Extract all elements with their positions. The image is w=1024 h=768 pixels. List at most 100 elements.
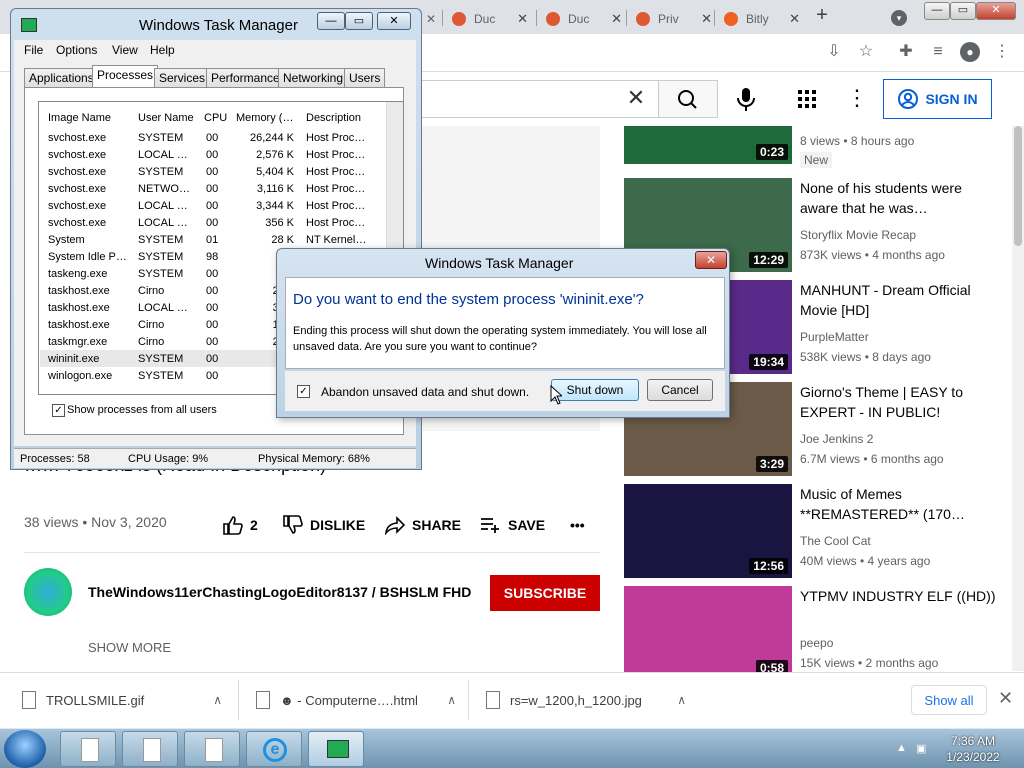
browser-tab[interactable]: Duc ✕ (540, 4, 628, 34)
show-hidden-icons[interactable]: ▲ (896, 742, 907, 754)
video-channel[interactable]: The Cool Cat (800, 534, 871, 548)
chevron-up-icon[interactable]: ∧ (677, 693, 686, 707)
show-all-processes-checkbox[interactable]: ✓ (52, 404, 65, 417)
tab-search-icon[interactable]: ▾ (891, 10, 907, 26)
video-channel[interactable]: Joe Jenkins 2 (800, 432, 873, 446)
browser-menu-icon[interactable]: ⋮ (992, 42, 1012, 62)
menu-help[interactable]: Help (150, 43, 175, 57)
cancel-button[interactable]: Cancel (647, 379, 713, 401)
video-thumbnail[interactable]: 0:58 (624, 586, 792, 680)
video-channel[interactable]: peepo (800, 636, 833, 650)
video-channel[interactable]: PurpleMatter (800, 330, 869, 344)
channel-name[interactable]: TheWindows11erChastingLogoEditor8137 / B… (88, 584, 471, 600)
tab-performance[interactable]: Performance (206, 68, 285, 87)
more-actions-button[interactable]: ••• (570, 514, 585, 536)
process-cpu: 00 (206, 370, 219, 382)
process-row[interactable]: svchost.exe NETWO… 00 3,116 K Host Proc… (40, 180, 370, 197)
process-user-name: Cirno (138, 336, 165, 348)
channel-avatar[interactable] (24, 568, 72, 616)
media-icon[interactable]: ≡ (928, 42, 948, 62)
close-tab-icon[interactable]: ✕ (789, 11, 800, 27)
tab-applications[interactable]: Applications (24, 68, 99, 87)
download-item[interactable]: ☻ - Computerne….html ∧ (256, 688, 456, 712)
taskbar-app-internet-explorer[interactable]: e (246, 731, 302, 767)
extensions-icon[interactable]: ✚ (896, 42, 916, 62)
close-tab-icon[interactable]: ✕ (611, 11, 622, 27)
start-button[interactable] (4, 730, 46, 768)
col-description[interactable]: Description (306, 112, 361, 124)
download-item[interactable]: TROLLSMILE.gif ∧ (22, 688, 222, 712)
process-row[interactable]: svchost.exe LOCAL … 00 3,344 K Host Proc… (40, 197, 370, 214)
install-icon[interactable]: ⇩ (824, 42, 844, 62)
browser-tab[interactable]: Bitly ✕ (718, 4, 806, 34)
menu-options[interactable]: Options (56, 43, 97, 57)
taskbar-app-document-1[interactable] (60, 731, 116, 767)
download-item[interactable]: rs=w_1200,h_1200.jpg ∧ (486, 688, 686, 712)
network-icon[interactable]: ▣ (916, 742, 926, 755)
document-icon (205, 738, 223, 762)
process-row[interactable]: svchost.exe SYSTEM 00 26,244 K Host Proc… (40, 129, 370, 146)
clock[interactable]: 7:36 AM 1/23/2022 (938, 733, 1008, 765)
video-title[interactable]: Music of Memes **REMASTERED** (170… (800, 484, 1000, 524)
bookmark-star-icon[interactable]: ☆ (856, 42, 876, 62)
col-image-name[interactable]: Image Name (48, 112, 111, 124)
tab-separator (442, 10, 443, 26)
chevron-up-icon[interactable]: ∧ (447, 693, 456, 707)
shut-down-button[interactable]: Shut down (551, 379, 639, 401)
tab-networking[interactable]: Networking (278, 68, 349, 87)
menu-file[interactable]: File (24, 43, 43, 57)
video-thumbnail[interactable]: 12:56 (624, 484, 792, 578)
page-scrollbar-thumb[interactable] (1014, 126, 1022, 246)
close-tab-icon[interactable]: ✕ (517, 11, 528, 27)
apps-grid-icon[interactable] (797, 89, 817, 109)
video-title[interactable]: None of his students were aware that he … (800, 178, 1000, 218)
col-user-name[interactable]: User Name (138, 112, 194, 124)
process-row[interactable]: svchost.exe LOCAL … 00 2,576 K Host Proc… (40, 146, 370, 163)
taskbar-app-task-manager[interactable] (308, 731, 364, 767)
chevron-up-icon[interactable]: ∧ (213, 693, 222, 707)
browser-tab[interactable]: Priv ✕ (630, 4, 718, 34)
video-thumbnail[interactable]: 0:23 (624, 126, 792, 164)
search-input[interactable] (420, 80, 658, 118)
abandon-data-checkbox[interactable]: ✓ (297, 385, 310, 398)
maximize-button[interactable]: ▭ (950, 2, 976, 20)
show-all-downloads-button[interactable]: Show all (911, 685, 987, 715)
video-title[interactable]: YTPMV INDUSTRY ELF ((HD)) (800, 586, 1000, 606)
settings-menu-icon[interactable]: ⋮ (846, 86, 868, 112)
close-download-bar-icon[interactable]: ✕ (998, 688, 1013, 709)
share-button[interactable]: SHARE (384, 514, 461, 536)
dislike-button[interactable]: DISLIKE (282, 514, 365, 536)
browser-tab[interactable]: Duc ✕ (446, 4, 534, 34)
tab-services[interactable]: Services (154, 68, 211, 87)
new-tab-button[interactable]: + (810, 4, 834, 28)
like-button[interactable]: 2 (222, 514, 258, 536)
taskbar-app-document-2[interactable] (122, 731, 178, 767)
col-cpu[interactable]: CPU (204, 112, 227, 124)
save-button[interactable]: SAVE (480, 514, 545, 536)
show-more-button[interactable]: SHOW MORE (88, 640, 171, 655)
tab-users[interactable]: Users (344, 68, 386, 87)
menu-view[interactable]: View (112, 43, 138, 57)
close-button[interactable]: ✕ (976, 2, 1016, 20)
video-title[interactable]: Giorno's Theme | EASY to EXPERT - IN PUB… (800, 382, 1000, 422)
clear-search-icon[interactable]: ✕ (624, 86, 648, 110)
search-button[interactable] (658, 80, 718, 118)
close-tab-icon[interactable]: ✕ (701, 11, 712, 27)
minimize-button[interactable]: — (924, 2, 950, 20)
recommended-video[interactable]: 0:58 YTPMV INDUSTRY ELF ((HD)) peepo 15K vi… (624, 586, 1004, 682)
process-row[interactable]: svchost.exe SYSTEM 00 5,404 K Host Proc… (40, 163, 370, 180)
process-row[interactable]: svchost.exe LOCAL … 00 356 K Host Proc… (40, 214, 370, 231)
col-memory[interactable]: Memory (… (236, 112, 293, 124)
close-tab-icon[interactable]: ✕ (420, 4, 440, 34)
subscribe-button[interactable]: SUBSCRIBE (490, 575, 600, 611)
recommended-video[interactable]: 12:56 Music of Memes **REMASTERED** (170…… (624, 484, 1004, 580)
microphone-icon[interactable] (734, 86, 758, 112)
video-channel[interactable]: Storyflix Movie Recap (800, 228, 916, 242)
tab-processes[interactable]: Processes (92, 65, 159, 87)
process-row[interactable]: System SYSTEM 01 28 K NT Kernel… (40, 231, 370, 248)
profile-icon[interactable]: ● (960, 42, 980, 62)
taskbar-app-document-3[interactable] (184, 731, 240, 767)
video-title[interactable]: MANHUNT - Dream Official Movie [HD] (800, 280, 1000, 320)
sign-in-button[interactable]: SIGN IN (883, 79, 992, 119)
dialog-close-button[interactable]: ✕ (695, 251, 727, 269)
